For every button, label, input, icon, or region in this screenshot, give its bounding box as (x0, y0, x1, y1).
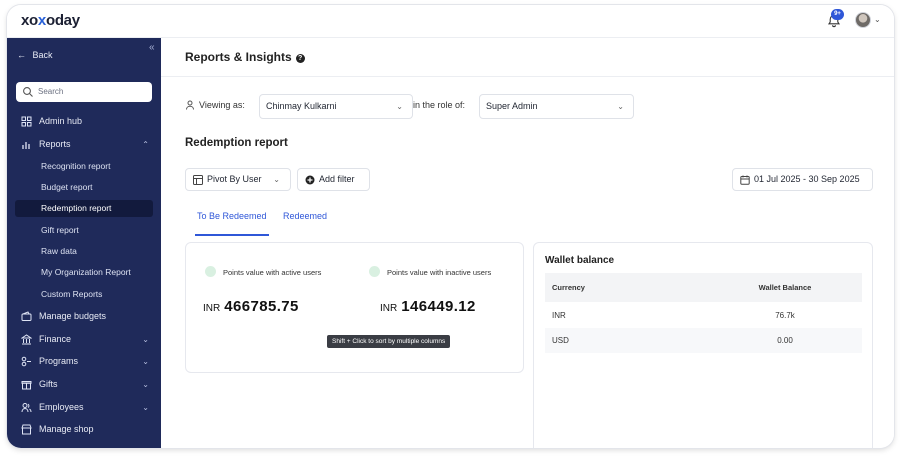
avatar[interactable] (855, 12, 871, 28)
column-header-currency[interactable]: Currency (552, 273, 585, 302)
programs-icon (21, 356, 31, 367)
chart-icon (22, 142, 30, 149)
sidebar-item-admin-hub[interactable]: Admin hub (15, 113, 153, 130)
section-title: Redemption report (185, 137, 288, 149)
gift-icon (21, 381, 32, 390)
sidebar-item-redemption-report[interactable]: Redemption report (15, 200, 153, 217)
search-icon (23, 87, 33, 97)
sidebar-item-recognition-report[interactable]: Recognition report (15, 158, 153, 175)
sidebar-item-raw-data[interactable]: Raw data (15, 243, 153, 260)
user-icon (186, 100, 194, 110)
sidebar-item-manage-shop[interactable]: Manage shop (15, 421, 153, 438)
viewing-as-select[interactable]: Chinmay Kulkarni ⌄ (259, 94, 413, 119)
notification-badge: 9+ (831, 9, 844, 20)
chevron-down-icon[interactable]: ⌄ (874, 15, 881, 24)
chevron-down-icon: ⌄ (142, 403, 149, 412)
sidebar-item-finance[interactable]: Finance ⌄ (15, 331, 153, 348)
sidebar-item-gifts[interactable]: Gifts ⌄ (15, 376, 153, 393)
search-placeholder: Search (38, 87, 64, 96)
chevron-down-icon: ⌄ (617, 102, 624, 111)
app-window: xoxoday 9+ ⌄ « ← Back Search Admin hub R… (7, 5, 894, 448)
active-points-amount: INR 466785.75 (203, 298, 299, 315)
bank-icon (21, 334, 32, 345)
wallet-title: Wallet balance (545, 255, 615, 266)
tab-redeemed[interactable]: Redeemed (283, 211, 327, 221)
viewing-as-label: Viewing as: (199, 100, 245, 110)
date-range-picker[interactable]: 01 Jul 2025 - 30 Sep 2025 (732, 168, 873, 191)
main-content: Reports & Insights? Viewing as: Chinmay … (161, 38, 894, 448)
sidebar-item-custom-reports[interactable]: Custom Reports (15, 286, 153, 303)
chevron-down-icon: ⌄ (273, 175, 280, 184)
sidebar-item-budget-report[interactable]: Budget report (15, 179, 153, 196)
chevron-down-icon: ⌄ (142, 380, 149, 389)
collapse-sidebar-icon[interactable]: « (149, 42, 155, 53)
chevron-down-icon: ⌄ (396, 102, 403, 111)
inactive-points-amount: INR 146449.12 (380, 298, 476, 315)
shop-icon (21, 424, 32, 435)
chevron-down-icon: ⌄ (142, 357, 149, 366)
chevron-up-icon: ⌃ (142, 140, 149, 149)
inactive-points-label: Points value with inactive users (387, 268, 492, 277)
add-filter-button[interactable]: Add filter (297, 168, 370, 191)
help-icon[interactable]: ? (295, 54, 305, 63)
pivot-by-user-select[interactable]: Pivot By User ⌄ (185, 168, 291, 191)
tab-to-be-redeemed[interactable]: To Be Redeemed (197, 211, 267, 221)
search-input[interactable]: Search (16, 82, 152, 102)
points-card: Points value with active users INR 466785… (185, 242, 524, 373)
sidebar-item-programs[interactable]: Programs ⌄ (15, 353, 153, 370)
top-bar: xoxoday 9+ ⌄ (7, 5, 894, 38)
active-tab-indicator (195, 234, 269, 236)
sidebar: « ← Back Search Admin hub Reports ⌃ Reco… (7, 38, 161, 448)
table-row: USD 0.00 (545, 328, 862, 353)
table-row: INR 76.7k (552, 311, 795, 320)
role-label: in the role of: (413, 100, 466, 110)
wallet-table-header: Currency Wallet Balance (545, 273, 862, 302)
wallet-icon (21, 311, 32, 321)
link-icon (205, 266, 216, 277)
sidebar-item-manage-budgets[interactable]: Manage budgets (15, 308, 153, 325)
chevron-down-icon: ⌄ (142, 335, 149, 344)
users-icon (21, 403, 32, 413)
back-button[interactable]: ← Back (17, 50, 53, 60)
divider (161, 76, 894, 77)
grid-icon (21, 116, 32, 127)
wallet-balance-card: Wallet balance Currency Wallet Balance I… (533, 242, 873, 448)
active-points-label: Points value with active users (223, 268, 322, 277)
link-icon (369, 266, 380, 277)
sidebar-item-reports[interactable]: Reports ⌃ (15, 136, 153, 153)
table-icon (193, 175, 203, 185)
sidebar-item-employees[interactable]: Employees ⌄ (15, 399, 153, 416)
page-title: Reports & Insights? (185, 50, 305, 64)
plus-circle-icon (305, 175, 315, 185)
column-header-wallet-balance[interactable]: Wallet Balance (735, 273, 835, 302)
role-select[interactable]: Super Admin ⌄ (479, 94, 634, 119)
sidebar-item-my-organization-report[interactable]: My Organization Report (15, 264, 153, 281)
brand-logo[interactable]: xoxoday (21, 12, 80, 29)
sidebar-item-gift-report[interactable]: Gift report (15, 222, 153, 239)
calendar-icon (740, 175, 750, 185)
sort-tooltip: Shift + Click to sort by multiple column… (327, 335, 451, 348)
